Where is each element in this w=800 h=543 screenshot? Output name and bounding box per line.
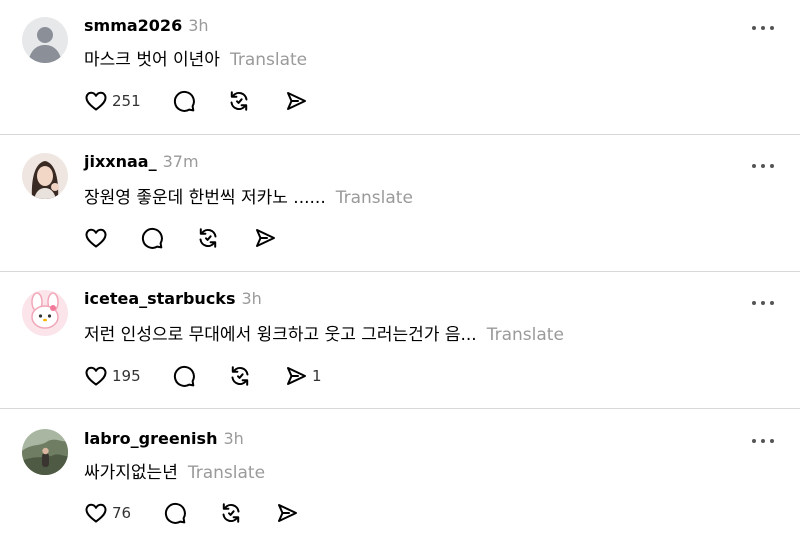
comment-icon [163,501,187,525]
share-icon [275,501,299,525]
translate-link[interactable]: Translate [487,325,564,345]
share-count: 1 [312,367,322,385]
action-bar: 195 1 [84,363,384,389]
action-bar [84,225,384,251]
translate-link[interactable]: Translate [188,463,265,483]
more-options-icon[interactable] [750,294,776,306]
more-options-icon[interactable] [750,157,776,169]
post-text: 장원영 좋운데 한번씩 저카노 ...... [84,188,326,208]
heart-icon [84,364,108,388]
share-button[interactable]: 1 [284,363,322,389]
username[interactable]: smma2026 [84,16,182,35]
post-text: 저런 인성으로 무대에서 윙크하고 웃고 그러는건가 음... [84,325,477,345]
like-button[interactable] [84,225,112,251]
repost-icon [228,364,252,388]
post: icetea_starbucks 3h 저런 인성으로 무대에서 윙크하고 웃고 … [0,272,800,408]
username[interactable]: icetea_starbucks [84,289,235,308]
heart-icon [84,89,108,113]
photo-avatar[interactable] [22,429,68,475]
post-header: smma2026 3h [84,16,209,35]
share-icon [284,364,308,388]
post-header: jixxnaa_ 37m [84,152,199,171]
username[interactable]: labro_greenish [84,429,217,448]
post-text: 마스크 벗어 이년아 [84,50,220,70]
timestamp[interactable]: 37m [163,152,199,171]
post-text: 싸가지없는년 [84,463,178,483]
more-options-icon[interactable] [750,432,776,444]
translate-link[interactable]: Translate [230,50,307,70]
comment-icon [140,226,164,250]
like-button[interactable]: 76 [84,500,131,526]
repost-button[interactable] [228,363,252,389]
like-button[interactable]: 251 [84,88,141,114]
post: smma2026 3h 마스크 벗어 이년아 Translate 251 [0,0,800,134]
post-header: icetea_starbucks 3h [84,289,262,308]
photo-avatar[interactable] [22,153,68,199]
comment-button[interactable] [172,363,196,389]
timestamp[interactable]: 3h [241,289,261,308]
comment-button[interactable] [172,88,196,114]
like-count: 76 [112,504,132,522]
like-count: 251 [112,92,141,110]
translate-link[interactable]: Translate [336,188,413,208]
comment-icon [172,89,196,113]
character-avatar[interactable] [22,290,68,336]
like-count: 195 [112,367,141,385]
share-icon [253,226,277,250]
username[interactable]: jixxnaa_ [84,152,157,171]
heart-icon [84,226,108,250]
share-button[interactable] [275,500,299,526]
more-options-icon[interactable] [750,19,776,31]
action-bar: 251 [84,88,384,114]
comment-icon [172,364,196,388]
post-text-line: 마스크 벗어 이년아 Translate [84,45,307,70]
repost-button[interactable] [219,500,243,526]
repost-button[interactable] [227,88,251,114]
post-text-line: 저런 인성으로 무대에서 윙크하고 웃고 그러는건가 음... Translate [84,320,564,345]
post-text-line: 장원영 좋운데 한번씩 저카노 ...... Translate [84,183,413,208]
timestamp[interactable]: 3h [188,16,208,35]
repost-icon [196,226,220,250]
post: labro_greenish 3h 싸가지없는년 Translate 76 [0,409,800,543]
post-header: labro_greenish 3h [84,429,244,448]
like-button[interactable]: 195 [84,363,141,389]
share-button[interactable] [253,225,277,251]
repost-button[interactable] [196,225,220,251]
post: jixxnaa_ 37m 장원영 좋운데 한번씩 저카노 ...... Transl… [0,135,800,271]
comment-button[interactable] [140,225,164,251]
timestamp[interactable]: 3h [223,429,243,448]
default-avatar[interactable] [22,17,68,63]
post-text-line: 싸가지없는년 Translate [84,458,265,483]
action-bar: 76 [84,500,384,526]
repost-icon [227,89,251,113]
heart-icon [84,501,108,525]
share-icon [284,89,308,113]
share-button[interactable] [284,88,308,114]
repost-icon [219,501,243,525]
comment-button[interactable] [163,500,187,526]
